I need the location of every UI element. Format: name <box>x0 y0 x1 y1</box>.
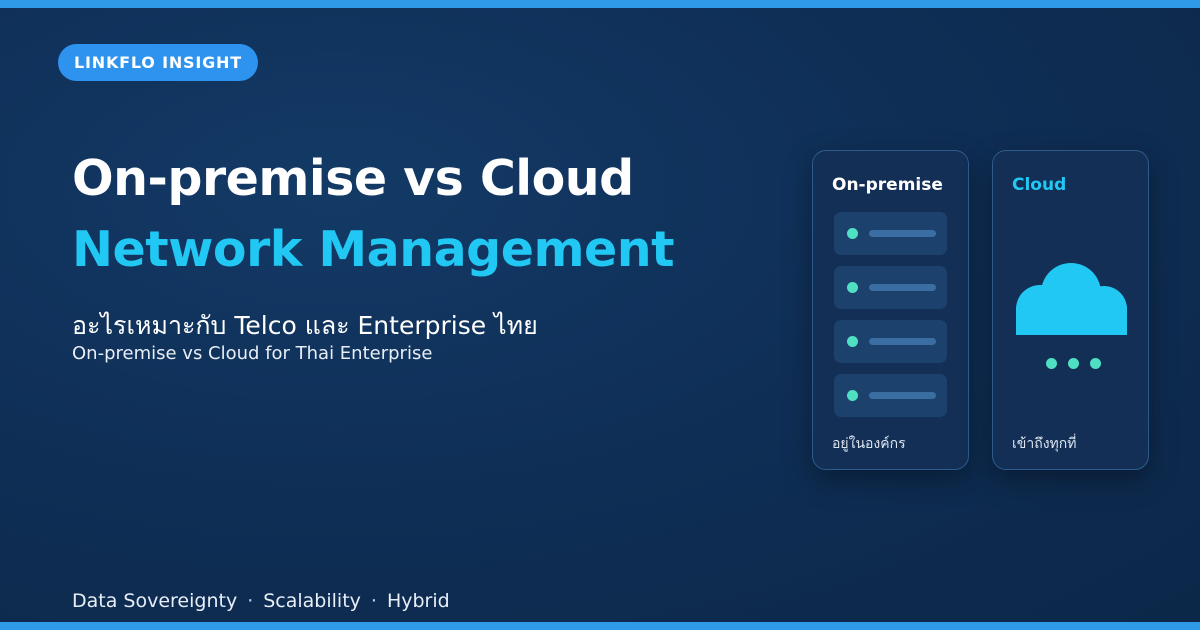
onpremise-card-caption: อยู่ในองค์กร <box>832 436 906 452</box>
cloud-card-caption: เข้าถึงทุกที่ <box>1012 436 1077 452</box>
subtitle-thai: อะไรเหมาะกับ Telco และ Enterprise ไทย <box>72 311 538 340</box>
tag-hybrid: Hybrid <box>386 590 450 612</box>
cloud-card-title: Cloud <box>1012 175 1067 195</box>
server-unit <box>834 266 947 309</box>
tag-separator: · <box>370 590 377 612</box>
onpremise-card-title: On-premise <box>832 175 943 195</box>
server-bar <box>869 338 936 345</box>
server-bar <box>869 392 936 399</box>
status-dot-icon <box>847 282 858 293</box>
cloud-card: Cloud เข้าถึงทุกที่ <box>992 150 1149 470</box>
server-unit <box>834 212 947 255</box>
onpremise-card: On-premise อยู่ในองค์กร <box>812 150 969 470</box>
server-bar <box>869 284 936 291</box>
connection-dots-icon <box>1046 358 1101 369</box>
server-unit <box>834 374 947 417</box>
subtitle-english: On-premise vs Cloud for Thai Enterprise <box>72 343 433 364</box>
server-unit <box>834 320 947 363</box>
top-accent-bar <box>0 0 1200 8</box>
tag-scalability: Scalability <box>263 590 361 612</box>
headline-line-2: Network Management <box>72 221 675 278</box>
dot <box>1090 358 1101 369</box>
server-bar <box>869 230 936 237</box>
feature-tags: Data Sovereignty · Scalability · Hybrid <box>72 590 450 612</box>
status-dot-icon <box>847 336 858 347</box>
bottom-accent-bar <box>0 622 1200 630</box>
tag-data-sovereignty: Data Sovereignty <box>72 590 238 612</box>
server-rack-icon <box>834 212 947 428</box>
headline-line-1: On-premise vs Cloud <box>72 150 634 207</box>
status-dot-icon <box>847 228 858 239</box>
dot <box>1068 358 1079 369</box>
brand-badge: LINKFLO INSIGHT <box>58 44 258 81</box>
dot <box>1046 358 1057 369</box>
status-dot-icon <box>847 390 858 401</box>
cloud-icon <box>1016 263 1127 335</box>
tag-separator: · <box>247 590 254 612</box>
